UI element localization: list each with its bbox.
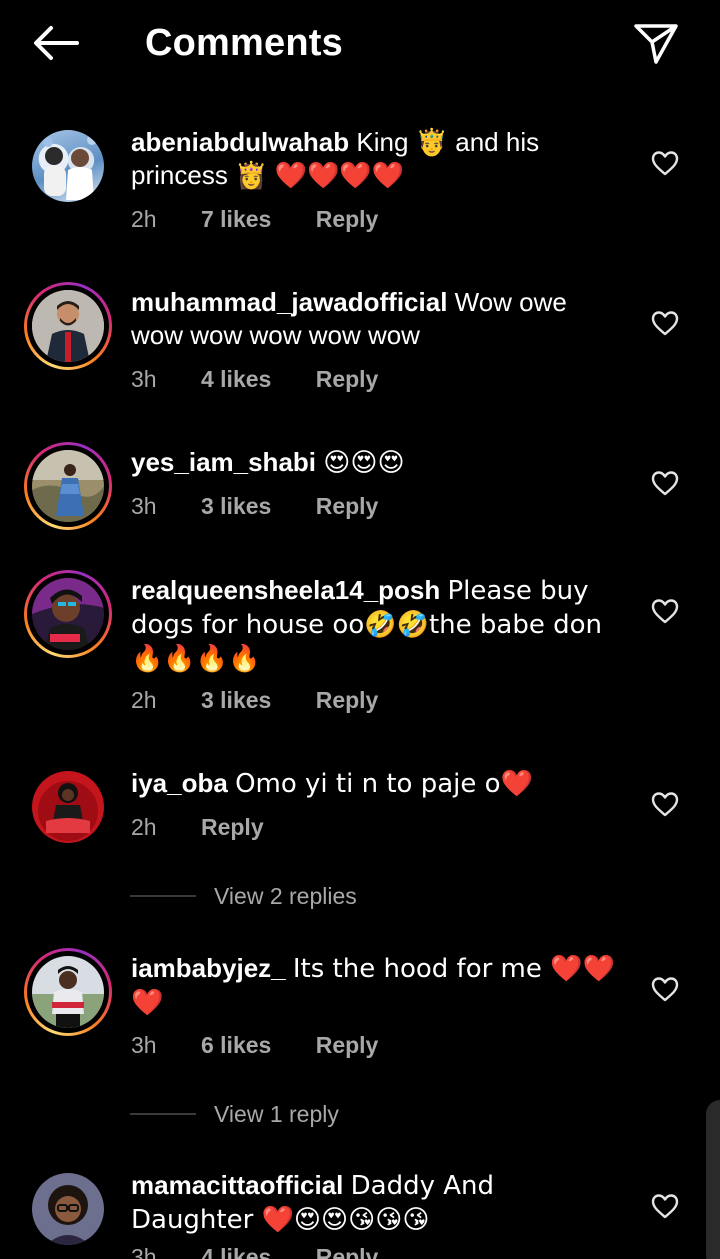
heart-outline-icon[interactable] (650, 1192, 680, 1220)
heart-outline-icon[interactable] (650, 309, 680, 337)
avatar[interactable] (24, 570, 112, 658)
comment-likes[interactable]: 4 likes (201, 1244, 271, 1259)
avatar[interactable] (24, 282, 112, 370)
heart-outline-icon[interactable] (650, 790, 680, 818)
reply-button[interactable]: Reply (316, 206, 379, 232)
comment-meta: 2h 7 likes Reply (131, 206, 416, 233)
comment-likes[interactable]: 3 likes (201, 687, 271, 713)
comment-time: 3h (131, 1032, 157, 1058)
reply-button[interactable]: Reply (316, 687, 379, 713)
comment-likes[interactable]: 4 likes (201, 366, 271, 392)
arrow-left-icon (34, 26, 79, 60)
comment-username[interactable]: iya_oba (131, 768, 228, 798)
comment-meta: 3h 6 likes Reply (131, 1032, 416, 1059)
comment-time: 2h (131, 814, 157, 840)
divider (130, 1113, 196, 1115)
avatar[interactable] (24, 442, 112, 530)
heart-outline-icon[interactable] (650, 597, 680, 625)
comment-meta: 3h 4 likes Reply (131, 366, 416, 393)
comment-text: 😍😍😍 (323, 448, 405, 478)
reply-button[interactable]: Reply (316, 1032, 379, 1058)
comment-text: Omo yi ti n to paje o❤️ (235, 769, 533, 799)
reply-button[interactable]: Reply (316, 493, 379, 519)
avatar[interactable] (24, 1165, 112, 1253)
back-button[interactable] (28, 20, 84, 66)
comment-meta: 2h Reply (131, 814, 302, 841)
paper-plane-icon (634, 24, 678, 64)
comment-meta: 3h 3 likes Reply (131, 493, 416, 520)
view-replies-label: View 1 reply (214, 1100, 339, 1127)
scroll-edge (706, 1100, 720, 1259)
comment-username[interactable]: realqueensheela14_posh (131, 575, 440, 605)
comment-time: 3h (131, 366, 157, 392)
comment-username[interactable]: mamacittaofficial (131, 1170, 343, 1200)
comment-time: 2h (131, 687, 157, 713)
page-title: Comments (145, 22, 343, 64)
view-replies-button[interactable]: View 1 reply (130, 1099, 339, 1129)
comment-likes[interactable]: 3 likes (201, 493, 271, 519)
heart-outline-icon[interactable] (650, 975, 680, 1003)
heart-outline-icon[interactable] (650, 149, 680, 177)
comment-time: 3h (131, 1244, 157, 1259)
reply-button[interactable]: Reply (201, 814, 264, 840)
heart-outline-icon[interactable] (650, 469, 680, 497)
comment-time: 3h (131, 493, 157, 519)
comment-likes[interactable]: 7 likes (201, 206, 271, 232)
reply-button[interactable]: Reply (316, 366, 379, 392)
comment-username[interactable]: yes_iam_shabi (131, 447, 316, 477)
comment-username[interactable]: iambabyjez_ (131, 953, 286, 983)
avatar[interactable] (24, 763, 112, 851)
view-replies-button[interactable]: View 2 replies (130, 881, 357, 911)
comment-likes[interactable]: 6 likes (201, 1032, 271, 1058)
comment-time: 2h (131, 206, 157, 232)
divider (130, 895, 196, 897)
header-bar: Comments (0, 0, 720, 88)
comment-username[interactable]: abeniabdulwahab (131, 127, 349, 157)
comment-meta: 2h 3 likes Reply (131, 687, 416, 714)
comment-meta: 3h 4 likes Reply (131, 1244, 416, 1259)
share-button[interactable] (630, 20, 682, 68)
comment-username[interactable]: muhammad_jawadofficial (131, 287, 447, 317)
avatar[interactable] (24, 948, 112, 1036)
avatar[interactable] (24, 122, 112, 210)
reply-button[interactable]: Reply (316, 1244, 379, 1259)
view-replies-label: View 2 replies (214, 882, 357, 909)
